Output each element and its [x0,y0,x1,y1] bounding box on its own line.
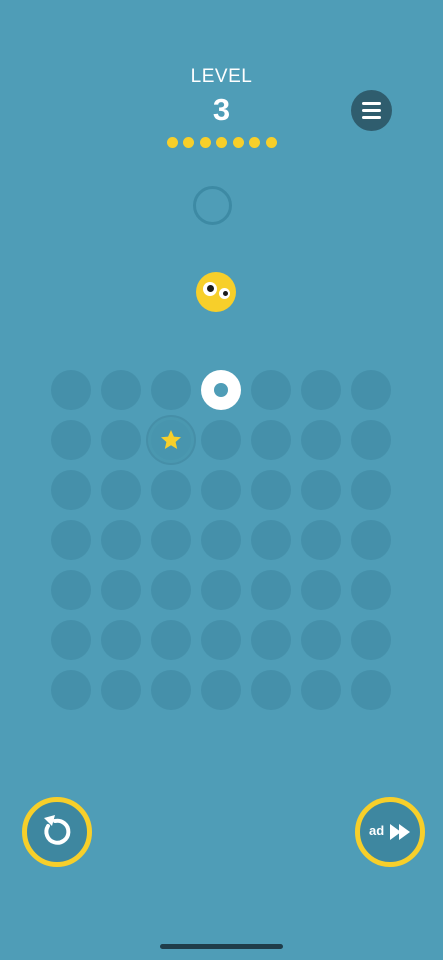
progress-dot [199,137,211,148]
level-progress-dots [0,137,443,148]
board-cell[interactable] [201,570,241,610]
board-cell[interactable] [301,570,341,610]
target-ring [193,186,232,225]
board-cell[interactable] [351,620,391,660]
board-cell[interactable] [151,570,191,610]
board-cell[interactable] [251,670,291,710]
board-cell[interactable] [351,470,391,510]
star-cell[interactable] [151,420,191,460]
board-cell[interactable] [51,670,91,710]
board-cell[interactable] [251,520,291,560]
board-cell[interactable] [201,520,241,560]
board-cell[interactable] [51,370,91,410]
board-cell[interactable] [51,470,91,510]
board-cell[interactable] [301,370,341,410]
menu-button[interactable] [351,90,392,131]
board-cell[interactable] [251,620,291,660]
hamburger-icon-bar [362,108,381,112]
board-cell[interactable] [151,470,191,510]
left-eye [203,282,217,296]
white-ring-goal[interactable] [201,370,241,410]
board-cell[interactable] [151,520,191,560]
board-cell[interactable] [251,470,291,510]
progress-dot [249,137,260,148]
board-cell[interactable] [201,420,241,460]
skip-level-ad-button[interactable]: ad [355,797,425,867]
star-icon [161,430,181,449]
board-cell[interactable] [51,570,91,610]
board-cell[interactable] [151,670,191,710]
progress-dot [183,137,194,148]
board-cell[interactable] [101,370,141,410]
board-cell[interactable] [301,520,341,560]
board-cell[interactable] [51,420,91,460]
board-cell[interactable] [101,470,141,510]
board-cell[interactable] [251,420,291,460]
board-cell[interactable] [101,620,141,660]
restart-button[interactable] [22,797,92,867]
board-cell[interactable] [251,370,291,410]
board-cell[interactable] [201,620,241,660]
left-pupil [207,285,214,292]
board-cell[interactable] [101,570,141,610]
hamburger-icon-bar [362,115,381,119]
right-eye [219,288,230,299]
board-cell[interactable] [101,520,141,560]
progress-dot [216,137,227,148]
right-pupil [223,291,228,296]
board-cell[interactable] [351,420,391,460]
progress-dot [166,137,178,148]
board-cell[interactable] [101,420,141,460]
hamburger-icon [362,101,381,105]
board-cell[interactable] [251,570,291,610]
board-cell[interactable] [351,370,391,410]
board-cell[interactable] [351,570,391,610]
board-cell[interactable] [51,520,91,560]
board-cell[interactable] [301,670,341,710]
board-cell[interactable] [151,370,191,410]
board-cell[interactable] [151,620,191,660]
board-cell[interactable] [101,670,141,710]
board-cell[interactable] [301,620,341,660]
board-cell[interactable] [201,670,241,710]
home-indicator [160,944,283,949]
board-cell[interactable] [51,620,91,660]
fast-forward-icon [390,824,410,840]
progress-dot [265,137,277,148]
board-cell[interactable] [301,470,341,510]
level-label: LEVEL [190,66,253,87]
board-cell[interactable] [351,520,391,560]
board-cell[interactable] [301,420,341,460]
player-ball[interactable] [196,272,236,312]
progress-dot [232,137,244,148]
board-cell[interactable] [351,670,391,710]
restart-icon [44,815,71,845]
board-cell[interactable] [201,470,241,510]
